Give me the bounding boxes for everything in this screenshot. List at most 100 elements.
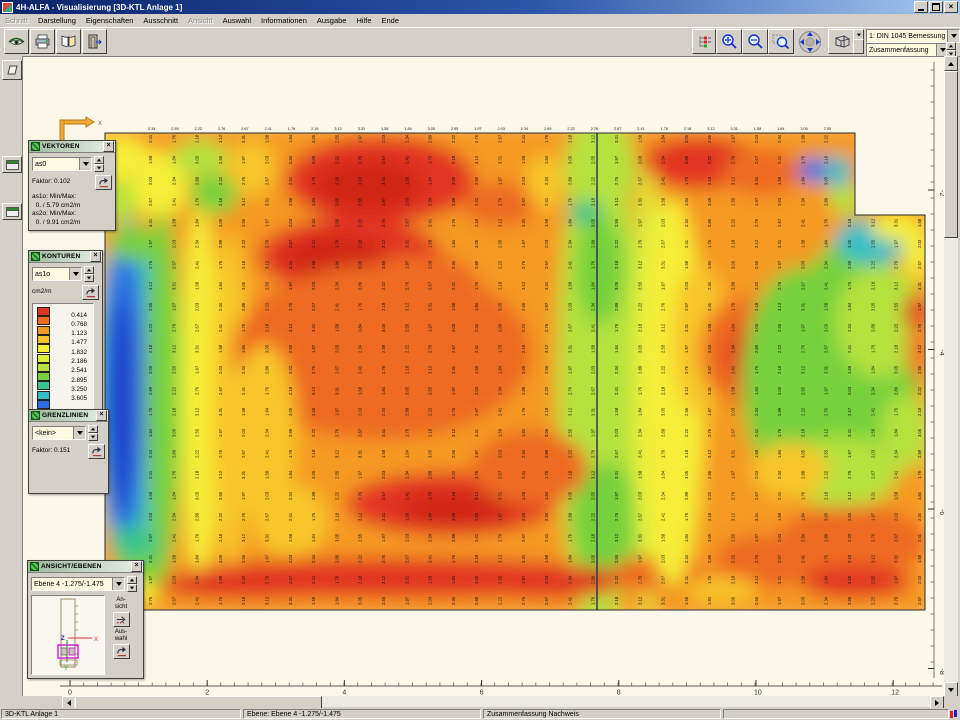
title-bar[interactable]: 4H-ALFA - Visualisierung [3D-KTL Anlage … [0, 0, 960, 14]
vektoren-redraw-button[interactable] [95, 175, 112, 190]
contour-plot[interactable]: 2.342.411.582.032.673.311.972.763.122.55… [22, 56, 944, 696]
grenzlinien-redraw-button[interactable] [88, 444, 105, 459]
node-value-label: 2.89 [731, 281, 736, 290]
node-value-label: 2.67 [334, 365, 339, 374]
vektoren-combo[interactable]: as0 [32, 157, 92, 171]
menu-item-auswahl[interactable]: Auswahl [218, 15, 256, 26]
zoom-in-button[interactable] [716, 29, 742, 54]
konturen-redraw-button[interactable] [82, 285, 99, 300]
ansicht-close-icon[interactable]: × [131, 561, 142, 572]
menu-item-ausschnitt[interactable]: Ausschnitt [138, 15, 183, 26]
vektoren-spinner[interactable] [94, 156, 104, 172]
maximize-button[interactable] [929, 1, 943, 13]
grenzlinien-close-icon[interactable]: × [96, 410, 107, 421]
section-preview[interactable]: Z X Y [31, 595, 105, 675]
exit-button[interactable] [82, 29, 107, 54]
spin-up-icon[interactable] [84, 266, 94, 274]
node-value-label: 2.41 [777, 155, 782, 164]
node-value-label: 1.84 [451, 575, 456, 584]
ebene-combo-dropdown-icon[interactable] [112, 578, 124, 590]
vektoren-close-icon[interactable]: × [103, 141, 114, 152]
node-value-label: 2.22 [870, 596, 875, 605]
node-value-label: 1.84 [824, 575, 829, 584]
plane-select-button[interactable] [2, 60, 22, 80]
spin-down-icon[interactable] [94, 164, 104, 172]
node-value-label: 2.55 [824, 449, 829, 458]
konturen-panel-titlebar[interactable]: KONTUREN × [29, 251, 102, 263]
menu-item-eigenschaften[interactable]: Eigenschaften [81, 15, 139, 26]
vektoren-panel-titlebar[interactable]: VEKTOREN × [29, 141, 115, 153]
spin-down-icon[interactable] [84, 274, 94, 282]
result-set-combo[interactable]: Zusammenfassung [866, 43, 949, 57]
node-value-label: 3.31 [451, 365, 456, 374]
menu-item-ende[interactable]: Ende [377, 15, 405, 26]
node-value-label: 2.41 [288, 512, 293, 521]
node-value-label: 2.03 [451, 323, 456, 332]
menu-item-ausgabe[interactable]: Ausgabe [312, 15, 352, 26]
konturen-combo[interactable]: as1o [32, 267, 82, 281]
print-button[interactable] [30, 29, 55, 54]
spin-up-icon[interactable] [94, 156, 104, 164]
konturen-close-icon[interactable]: × [90, 251, 101, 262]
design-code-dropdown-icon[interactable] [947, 30, 959, 42]
ebene-combo[interactable]: Ebene 4 -1.275/-1.475 [31, 577, 125, 591]
spin-down-icon[interactable] [88, 433, 98, 441]
node-value-label: 2.03 [265, 491, 270, 500]
vertical-scrollbar[interactable] [944, 56, 958, 696]
zoom-out-button[interactable] [742, 29, 768, 54]
node-value-label: 2.22 [661, 365, 666, 374]
spin-up-icon[interactable] [946, 42, 956, 50]
report-button[interactable] [56, 29, 81, 54]
node-value-label: 3.31 [474, 428, 479, 437]
view-3d-box-button[interactable] [828, 29, 854, 54]
node-value-label: 3.05 [474, 575, 479, 584]
node-value-label: 2.03 [311, 281, 316, 290]
minimize-button[interactable] [914, 1, 928, 13]
ebene-combo-value: Ebene 4 -1.275/-1.475 [34, 581, 104, 588]
node-value-label: 2.89 [637, 365, 642, 374]
grenzlinien-faktor-label: Faktor: 0.151 [32, 447, 70, 456]
view-eye-button[interactable] [4, 29, 29, 54]
spin-up-icon[interactable] [88, 425, 98, 433]
restore-panel-button-2[interactable] [2, 203, 22, 220]
horizontal-scrollbar[interactable] [22, 696, 958, 708]
grenzlinien-spinner[interactable] [88, 425, 98, 441]
node-value-label: 2.55 [381, 596, 386, 605]
auswahl-apply-button[interactable] [113, 644, 130, 659]
grenzlinien-panel-titlebar[interactable]: GRENZLINIEN × [29, 410, 108, 422]
redraw-arrow-icon [116, 646, 127, 657]
scroll-down-button[interactable] [944, 682, 958, 697]
ebene-spinner[interactable] [127, 576, 137, 592]
menu-item-hilfe[interactable]: Hilfe [351, 15, 376, 26]
pan-navigation-pad[interactable] [794, 28, 827, 56]
spin-down-icon[interactable] [127, 584, 137, 592]
node-value-label: 2.41 [171, 533, 176, 542]
design-code-combo[interactable]: 1: DIN 1045 Bemessung [866, 29, 960, 43]
drawing-canvas[interactable]: 2.342.411.582.032.673.311.972.763.122.55… [22, 56, 944, 696]
menu-item-darstellung[interactable]: Darstellung [33, 15, 81, 26]
restore-panel-button-1[interactable] [2, 156, 22, 173]
grenzlinien-combo-dropdown-icon[interactable] [73, 427, 85, 439]
node-value-label: 2.41 [195, 260, 200, 269]
close-button[interactable]: × [944, 1, 958, 13]
node-value-label: 2.67 [917, 260, 922, 269]
node-value-label: 3.05 [684, 470, 689, 479]
konturen-spinner[interactable] [84, 266, 94, 282]
node-value-label: 2.41 [404, 491, 409, 500]
node-value-label: 2.41 [265, 127, 272, 131]
spin-up-icon[interactable] [127, 576, 137, 584]
node-value-label: 1.84 [800, 176, 805, 185]
vektoren-combo-dropdown-icon[interactable] [79, 158, 91, 170]
properties-tree-button[interactable] [692, 29, 716, 54]
view-3d-mini-scroll[interactable] [853, 39, 864, 54]
menu-item-informationen[interactable]: Informationen [256, 15, 312, 26]
scroll-up-button[interactable] [944, 56, 958, 71]
node-value-label: 2.67 [754, 491, 759, 500]
ansicht-apply-button[interactable] [113, 612, 130, 627]
zoom-window-button[interactable] [768, 29, 794, 54]
ansicht-panel-titlebar[interactable]: ANSICHT/EBENEN × [28, 561, 143, 573]
node-value-label: 3.12 [195, 407, 200, 416]
konturen-combo-dropdown-icon[interactable] [69, 268, 81, 280]
vertical-scroll-thumb[interactable] [944, 71, 958, 238]
grenzlinien-combo[interactable]: <kein> [32, 426, 86, 440]
